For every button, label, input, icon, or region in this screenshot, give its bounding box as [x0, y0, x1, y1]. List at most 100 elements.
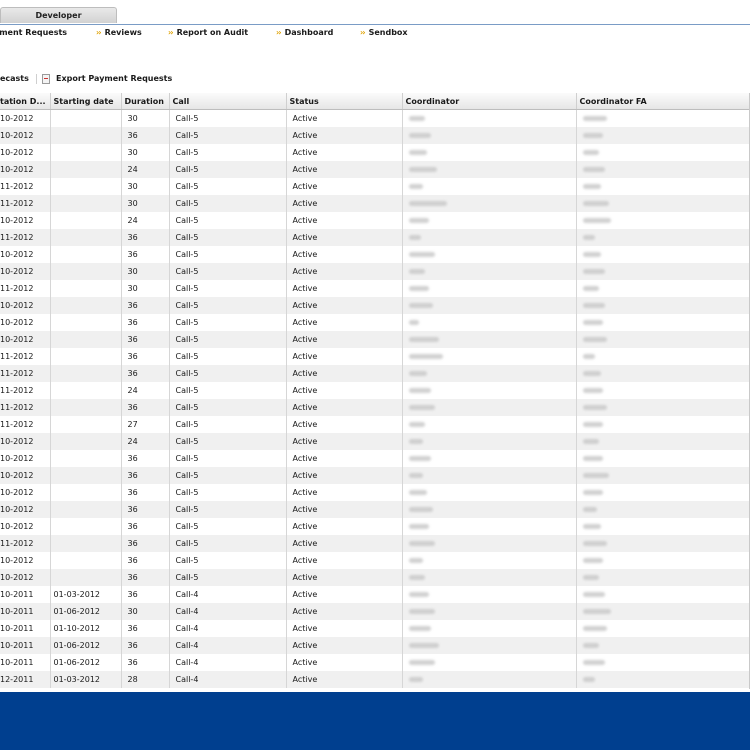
- table-cell: 10-2012: [0, 127, 51, 144]
- column-header[interactable]: tation D...: [0, 93, 51, 110]
- column-header[interactable]: Starting date: [50, 93, 122, 110]
- redacted-text: [408, 133, 431, 138]
- table-cell: 10-2012: [0, 518, 51, 535]
- table-cell: 30: [121, 263, 170, 280]
- table-row[interactable]: 10-2012 36 Call-5 Active: [0, 552, 749, 569]
- table-cell: 36: [121, 484, 170, 501]
- table-row[interactable]: 10-2012 36 Call-5 Active: [0, 450, 749, 467]
- redacted-text: [582, 201, 609, 206]
- table-cell: Active: [286, 127, 403, 144]
- redacted-text: [408, 354, 443, 359]
- table-row[interactable]: 11-2012 24 Call-5 Active: [0, 382, 749, 399]
- redacted-text: [408, 490, 427, 495]
- table-cell: 11-2012: [0, 348, 51, 365]
- table-row[interactable]: 11-2012 36 Call-5 Active: [0, 535, 749, 552]
- redacted-text: [408, 439, 423, 444]
- table-cell: 36: [121, 637, 170, 654]
- table-cell: Active: [286, 280, 403, 297]
- table-cell: 01-06-2012: [50, 654, 122, 671]
- table-cell: Call-5: [169, 297, 287, 314]
- export-payment-requests-button[interactable]: Export Payment Requests: [56, 72, 172, 86]
- column-header[interactable]: Coordinator: [402, 93, 577, 110]
- redacted-text: [582, 677, 595, 682]
- table-row[interactable]: 10-2011 01-03-2012 36 Call-4 Active: [0, 586, 749, 603]
- table-row[interactable]: 11-2012 27 Call-5 Active: [0, 416, 749, 433]
- coordinator-fa-cell-redacted: [576, 552, 749, 569]
- grid-toolbar: recasts Export Payment Requests: [0, 72, 400, 86]
- table-cell: 10-2012: [0, 246, 51, 263]
- table-cell: 36: [121, 620, 170, 637]
- table-row[interactable]: 10-2012 30 Call-5 Active: [0, 263, 749, 280]
- table-row[interactable]: 10-2012 36 Call-5 Active: [0, 484, 749, 501]
- nav-item-payment-requests[interactable]: yment Requests: [0, 26, 67, 40]
- table-row[interactable]: 10-2012 36 Call-5 Active: [0, 246, 749, 263]
- table-row[interactable]: 10-2011 01-06-2012 36 Call-4 Active: [0, 654, 749, 671]
- table-row[interactable]: 10-2012 36 Call-5 Active: [0, 501, 749, 518]
- table-row[interactable]: 11-2012 30 Call-5 Active: [0, 280, 749, 297]
- table-row[interactable]: 11-2012 36 Call-5 Active: [0, 365, 749, 382]
- redacted-text: [582, 575, 599, 580]
- column-header[interactable]: Status: [286, 93, 403, 110]
- table-row[interactable]: 10-2012 36 Call-5 Active: [0, 314, 749, 331]
- nav-bar: yment Requests ›› Reviews ›› Report on Aud…: [0, 26, 750, 40]
- export-document-icon[interactable]: [42, 74, 50, 84]
- table-row[interactable]: 10-2012 24 Call-5 Active: [0, 161, 749, 178]
- table-row[interactable]: 10-2011 01-10-2012 36 Call-4 Active: [0, 620, 749, 637]
- table-cell: 36: [121, 569, 170, 586]
- table-cell: Active: [286, 297, 403, 314]
- redacted-text: [408, 592, 429, 597]
- redacted-text: [408, 456, 431, 461]
- table-row[interactable]: 11-2012 30 Call-5 Active: [0, 195, 749, 212]
- nav-item-report-on-audit[interactable]: ›› Report on Audit: [168, 26, 248, 40]
- table-row[interactable]: 10-2011 01-06-2012 30 Call-4 Active: [0, 603, 749, 620]
- table-cell: 36: [121, 552, 170, 569]
- table-row[interactable]: 11-2012 36 Call-5 Active: [0, 229, 749, 246]
- data-grid: tation D... Starting date Duration Call Stat…: [0, 93, 750, 689]
- table-row[interactable]: 11-2012 36 Call-5 Active: [0, 399, 749, 416]
- table-row[interactable]: 10-2011 01-06-2012 36 Call-4 Active: [0, 637, 749, 654]
- coordinator-cell-redacted: [402, 467, 577, 484]
- nav-item-sendbox[interactable]: ›› Sendbox: [360, 26, 408, 40]
- table-cell: 36: [121, 365, 170, 382]
- table-row[interactable]: 10-2012 30 Call-5 Active: [0, 109, 749, 127]
- table-row[interactable]: 12-2011 01-03-2012 28 Call-4 Active: [0, 671, 749, 688]
- column-header[interactable]: Coordinator FA: [576, 93, 749, 110]
- table-row[interactable]: 10-2012 36 Call-5 Active: [0, 467, 749, 484]
- nav-item-reviews[interactable]: ›› Reviews: [96, 26, 142, 40]
- table-row[interactable]: 11-2012 30 Call-5 Active: [0, 178, 749, 195]
- table-row[interactable]: 10-2012 36 Call-5 Active: [0, 297, 749, 314]
- table-cell: 36: [121, 348, 170, 365]
- table-cell: 30: [121, 178, 170, 195]
- coordinator-fa-cell-redacted: [576, 399, 749, 416]
- footer-bar: [0, 692, 750, 750]
- column-header[interactable]: Call: [169, 93, 287, 110]
- table-cell: 10-2012: [0, 501, 51, 518]
- redacted-text: [582, 592, 605, 597]
- table-row[interactable]: 10-2012 36 Call-5 Active: [0, 518, 749, 535]
- redacted-text: [582, 167, 605, 172]
- table-row[interactable]: 10-2012 24 Call-5 Active: [0, 212, 749, 229]
- table-cell: [50, 246, 122, 263]
- table-row[interactable]: 11-2012 36 Call-5 Active: [0, 348, 749, 365]
- nav-item-dashboard[interactable]: ›› Dashboard: [276, 26, 333, 40]
- redacted-text: [582, 609, 611, 614]
- table-cell: Active: [286, 603, 403, 620]
- table-row[interactable]: 10-2012 36 Call-5 Active: [0, 331, 749, 348]
- coordinator-fa-cell-redacted: [576, 331, 749, 348]
- table-row[interactable]: 10-2012 36 Call-5 Active: [0, 569, 749, 586]
- table-cell: Active: [286, 365, 403, 382]
- redacted-text: [408, 201, 447, 206]
- column-header[interactable]: Duration: [121, 93, 170, 110]
- table-cell: Call-5: [169, 416, 287, 433]
- forecasts-button[interactable]: recasts: [0, 72, 29, 86]
- coordinator-cell-redacted: [402, 109, 577, 127]
- table-row[interactable]: 10-2012 30 Call-5 Active: [0, 144, 749, 161]
- coordinator-cell-redacted: [402, 637, 577, 654]
- table-cell: 36: [121, 246, 170, 263]
- coordinator-fa-cell-redacted: [576, 416, 749, 433]
- developer-tab[interactable]: Developer: [0, 7, 117, 23]
- table-row[interactable]: 10-2012 24 Call-5 Active: [0, 433, 749, 450]
- table-row[interactable]: 10-2012 36 Call-5 Active: [0, 127, 749, 144]
- redacted-text: [408, 626, 431, 631]
- table-cell: 30: [121, 195, 170, 212]
